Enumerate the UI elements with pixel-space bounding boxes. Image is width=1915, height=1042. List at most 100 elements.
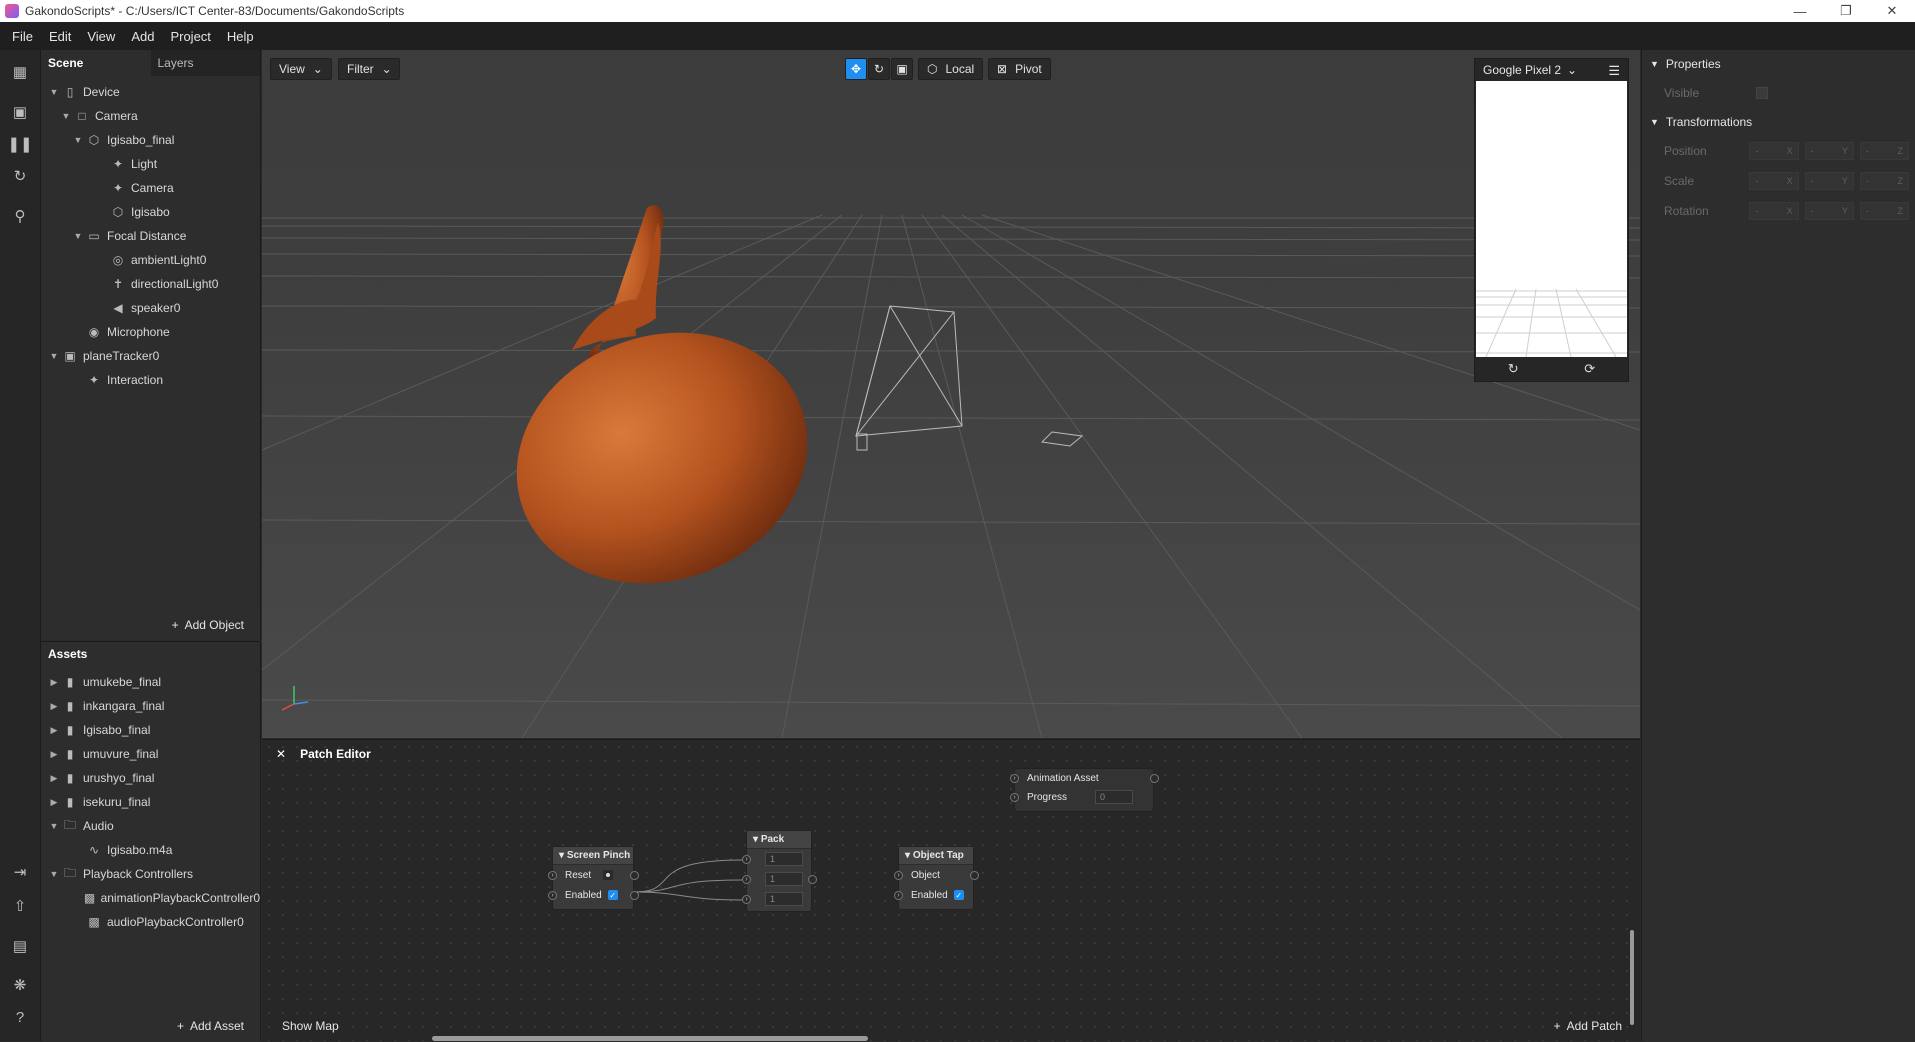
vertical-scrollbar[interactable] [1630,930,1634,1025]
object-tap-node[interactable]: ▾ Object Tap › Object › Enabled ✓ [894,846,979,910]
add-patch-button[interactable]: + Add Patch [1554,1019,1622,1033]
tree-item-device[interactable]: ▼ ▯ Device [41,80,260,104]
add-asset-button[interactable]: + Add Asset [177,1019,244,1033]
rotation-z-field[interactable]: -Z [1859,202,1909,220]
scale-tool-button[interactable]: ▣ [891,58,913,80]
device-selector[interactable]: Google Pixel 2 ⌄ ☰ [1475,59,1628,81]
position-y-field[interactable]: -Y [1804,142,1854,160]
pack-y-field[interactable]: 1 [765,872,803,886]
close-window-icon[interactable]: ✕ [1869,0,1915,22]
visible-checkbox[interactable] [1756,87,1768,99]
pause-panels-icon[interactable]: ❚❚ [7,134,32,154]
asset-item[interactable]: ▩ audioPlaybackController0 [41,910,260,934]
input-port[interactable]: › [894,870,903,880]
output-port[interactable] [630,890,639,900]
animation-asset-node[interactable]: › Animation Asset › Progress 0 [1010,768,1159,812]
reset-pulse-button[interactable] [603,870,613,880]
show-map-button[interactable]: Show Map [282,1019,339,1033]
menu-add[interactable]: Add [123,29,162,44]
caret-right-icon[interactable]: ▶ [49,725,59,736]
layout-icon[interactable]: ▦ [10,62,30,82]
input-port[interactable]: › [894,890,903,900]
enabled-checkbox[interactable]: ✓ [607,890,618,900]
menu-view[interactable]: View [79,29,123,44]
rotation-x-field[interactable]: -X [1749,202,1799,220]
tree-item-focal-distance[interactable]: ▼ ▭ Focal Distance [41,224,260,248]
caret-down-icon[interactable]: ▼ [73,231,83,241]
caret-right-icon[interactable]: ▶ [49,701,59,712]
help-icon[interactable]: ? [10,1007,30,1027]
caret-down-icon[interactable]: ▼ [61,111,71,121]
progress-field[interactable]: 0 [1095,790,1133,804]
asset-folder-playback[interactable]: ▼ 🗀 Playback Controllers [41,862,260,886]
rotate-device-icon[interactable]: ⟳ [1584,361,1595,377]
transformations-section[interactable]: ▼ Transformations [1642,108,1915,136]
caret-down-icon[interactable]: ▼ [73,135,83,145]
asset-item[interactable]: ▩ animationPlaybackController0 [41,886,260,910]
export-icon[interactable]: ⇧ [10,896,30,916]
output-port[interactable] [630,870,639,880]
caret-down-icon[interactable]: ▼ [49,821,59,831]
tab-scene[interactable]: Scene [41,50,151,76]
input-port[interactable]: › [1010,792,1019,802]
tree-item-speaker[interactable]: ◀ speaker0 [41,296,260,320]
sync-icon[interactable]: ↻ [10,166,30,186]
patch-editor[interactable]: ✕ Patch Editor › Animation Asset › Progr… [262,739,1640,1041]
asset-item[interactable]: ∿ Igisabo.m4a [41,838,260,862]
pack-z-field[interactable]: 1 [765,892,803,906]
menu-edit[interactable]: Edit [41,29,79,44]
caret-down-icon[interactable]: ▼ [49,869,59,879]
tree-item-igisabo[interactable]: ⬡ Igisabo [41,200,260,224]
bug-icon[interactable]: ❋ [10,975,30,995]
caret-right-icon[interactable]: ▶ [49,773,59,784]
rotation-y-field[interactable]: -Y [1804,202,1854,220]
minimize-icon[interactable]: — [1777,0,1823,22]
caret-right-icon[interactable]: ▶ [49,797,59,808]
tree-item-camera[interactable]: ▼ □ Camera [41,104,260,128]
search-icon[interactable]: ⚲ [10,206,30,226]
asset-item[interactable]: ▶ ▮ isekuru_final [41,790,260,814]
caret-down-icon[interactable]: ▼ [49,87,59,97]
input-port[interactable]: › [548,890,557,900]
video-icon[interactable]: ▣ [10,102,30,122]
add-object-button[interactable]: + Add Object [172,618,244,632]
tree-item-ambient-light[interactable]: ◎ ambientLight0 [41,248,260,272]
pivot-toggle-button[interactable]: ⊠ Pivot [988,58,1051,80]
asset-item[interactable]: ▶ ▮ Igisabo_final [41,718,260,742]
asset-item[interactable]: ▶ ▮ urushyo_final [41,766,260,790]
scale-x-field[interactable]: -X [1749,172,1799,190]
menu-project[interactable]: Project [162,29,218,44]
asset-item[interactable]: ▶ ▮ umuvure_final [41,742,260,766]
filter-dropdown[interactable]: Filter ⌄ [338,58,400,80]
input-port[interactable]: › [1010,773,1019,783]
position-z-field[interactable]: -Z [1859,142,1909,160]
caret-down-icon[interactable]: ▼ [1650,59,1659,69]
tree-item-plane-tracker[interactable]: ▼ ▣ planeTracker0 [41,344,260,368]
device-send-icon[interactable]: ⇥ [10,862,30,882]
asset-item[interactable]: ▶ ▮ umukebe_final [41,670,260,694]
menu-help[interactable]: Help [219,29,262,44]
restore-icon[interactable]: ❐ [1823,0,1869,22]
caret-down-icon[interactable]: ▼ [49,351,59,361]
pack-x-field[interactable]: 1 [765,852,803,866]
output-port[interactable] [970,870,979,880]
library-icon[interactable]: ▤ [10,936,30,956]
input-port[interactable]: › [742,874,751,884]
pack-node[interactable]: ▾ Pack › 1 › 1 › 1 [742,830,817,912]
asset-item[interactable]: ▶ ▮ inkangara_final [41,694,260,718]
tree-item-igisabo-final[interactable]: ▼ ⬡ Igisabo_final [41,128,260,152]
hamburger-menu-icon[interactable]: ☰ [1608,63,1620,79]
scale-y-field[interactable]: -Y [1804,172,1854,190]
output-port[interactable] [808,874,817,884]
output-port[interactable] [1150,773,1159,783]
tree-item-interaction[interactable]: ✦ Interaction [41,368,260,392]
local-toggle-button[interactable]: ⬡ Local [918,58,984,80]
refresh-preview-icon[interactable]: ↻ [1508,361,1519,377]
horizontal-scrollbar[interactable] [432,1036,868,1041]
tree-item-microphone[interactable]: ◉ Microphone [41,320,260,344]
move-tool-button[interactable]: ✥ [845,58,867,80]
input-port[interactable]: › [742,854,751,864]
input-port[interactable]: › [548,870,557,880]
tree-item-camera-rig[interactable]: ✦ Camera [41,176,260,200]
caret-right-icon[interactable]: ▶ [49,677,59,688]
